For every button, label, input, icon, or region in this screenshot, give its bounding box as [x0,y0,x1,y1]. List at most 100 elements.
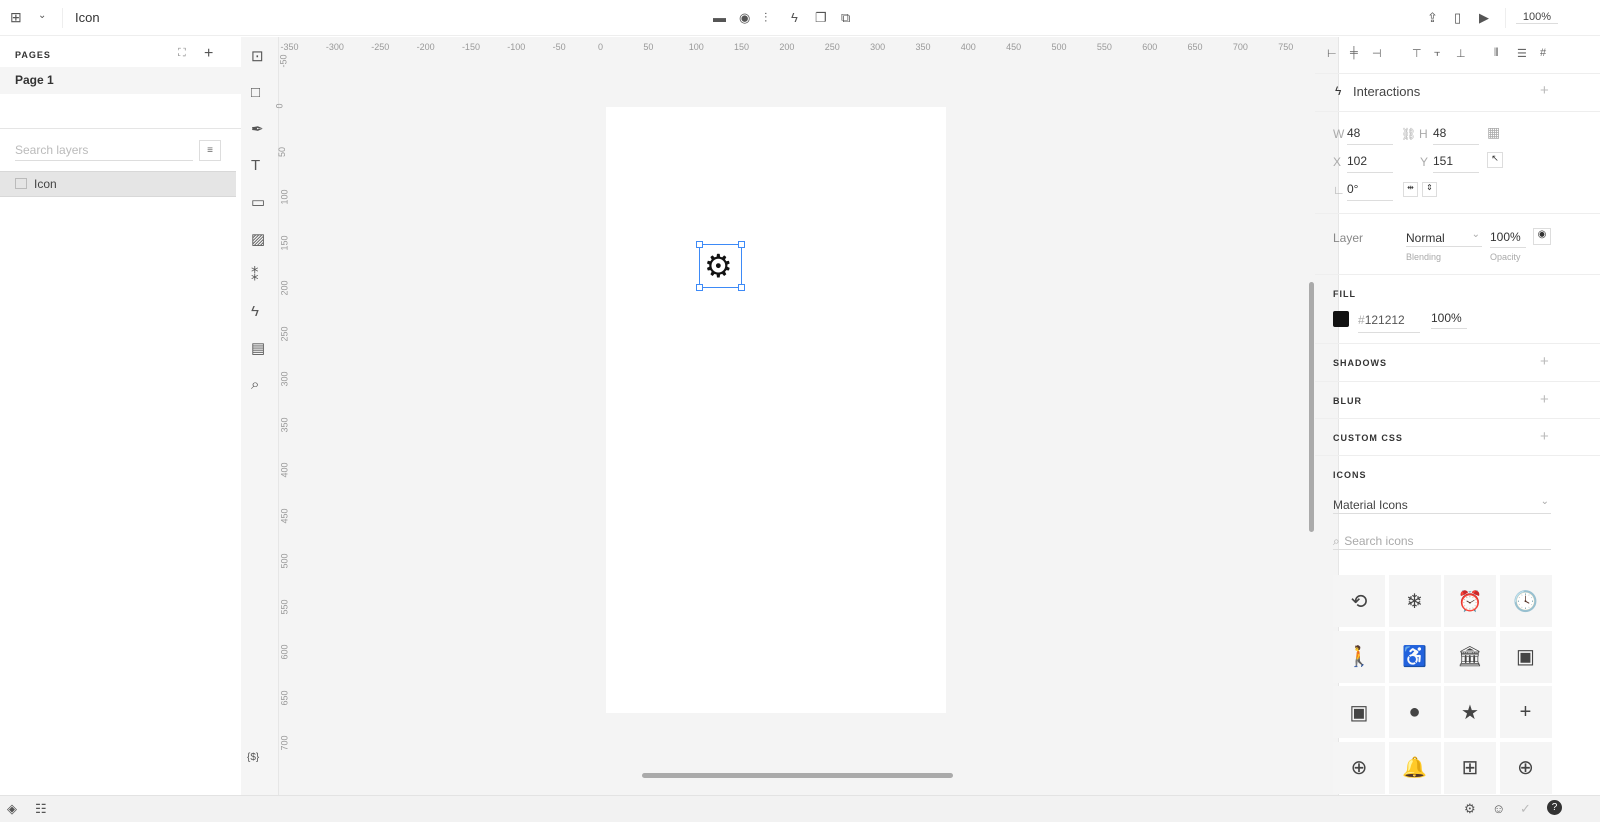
flip-horizontal-button[interactable]: ⇹ [1403,182,1418,197]
add-blur-button[interactable]: + [1540,391,1549,408]
lightning-icon[interactable]: ϟ [791,10,798,25]
icon-tile[interactable]: ⏰ [1444,575,1496,627]
device-icon[interactable]: ▯ [1454,10,1461,26]
canvas[interactable]: -350 -300 -250 -200 -150 -100 -50 0 50 100 150 200 2… [275,37,1338,795]
icon-set-select[interactable]: Material Icons ⌄ [1333,496,1551,514]
visibility-eye-icon[interactable]: ◉ [1533,228,1551,245]
grid-icon[interactable]: # [1540,47,1546,59]
accessibility-icon[interactable]: ☺ [1492,801,1505,816]
horizontal-scrollbar[interactable] [642,773,953,778]
bring-front-icon[interactable]: ❐ [815,10,827,26]
align-bottom-icon[interactable]: ⊥ [1456,47,1466,60]
artboard[interactable] [606,107,946,713]
vertical-scrollbar[interactable] [1309,282,1314,532]
accessible-icon: ♿ [1402,646,1427,668]
search-icons-input[interactable]: ⌕ Search icons [1333,532,1551,550]
ruler-tick-label: 250 [279,325,290,342]
ruler-tick-label: 200 [779,42,795,52]
selected-icon-layer[interactable]: ⚙ [696,241,745,291]
align-top-icon[interactable]: ⊤ [1412,47,1422,60]
opacity-input[interactable]: 100% [1490,230,1526,248]
layer-item-label: Icon [34,177,57,191]
lightning-icon[interactable]: ϟ [251,303,259,320]
distribute-v-icon[interactable]: ☰ [1517,47,1527,60]
resize-handle[interactable] [696,241,703,248]
fit-page-icon[interactable]: ⛶ [178,47,186,60]
blending-select[interactable]: Normal ⌄ [1406,229,1482,247]
top-bar: ⊞ ⌄ Icon ▬ ◉ ⫶ ϟ ❐ ⧉ ⇪ ▯ ▶ 100% [0,0,1600,36]
export-icon[interactable]: ⇪ [1427,10,1438,26]
search-layers-input[interactable]: Search layers [15,141,193,161]
icon-tile[interactable]: 🔔 [1388,741,1441,794]
grid-menu-icon[interactable]: ⊞ [10,9,22,26]
align-center-h-icon[interactable]: ╪ [1350,47,1358,59]
width-input[interactable]: 48 [1347,126,1393,145]
variables-icon[interactable]: {$} [247,752,259,763]
group-icon[interactable]: ⧉ [841,10,850,26]
lock-ratio-icon[interactable]: ⛓ [1401,127,1416,141]
add-shadow-button[interactable]: + [1540,353,1549,370]
input-icon[interactable]: ▭ [251,193,265,211]
resize-handle[interactable] [696,284,703,291]
icon-tile[interactable]: ★ [1444,686,1496,738]
chevron-down-icon: ⌄ [1471,229,1480,240]
icon-tile[interactable]: ❄ [1388,575,1441,627]
help-icon[interactable]: ? [1547,800,1562,815]
icon-tile[interactable]: ▣ [1499,630,1552,683]
zoom-level[interactable]: 100% [1516,11,1558,24]
rectangle-icon[interactable]: □ [251,84,260,101]
icon-tile[interactable]: ⊕ [1499,741,1552,794]
icon-tile[interactable]: + [1499,686,1552,738]
fill-hex-input[interactable]: #121212 [1358,311,1420,333]
align-middle-icon[interactable]: ⫟ [1434,47,1441,60]
width-label: W [1333,127,1345,141]
comment-icon[interactable]: ▤ [251,339,265,357]
icon-tile[interactable]: ⊕ [1333,741,1385,794]
align-right-icon[interactable]: ⊣ [1372,47,1382,60]
layer-item[interactable]: Icon [0,171,236,197]
search-icon[interactable]: ⌕ [251,376,259,393]
anchor-grid-icon[interactable]: ▦ [1487,124,1500,141]
icon-tile[interactable]: ⟲ [1333,575,1385,627]
layers-icon[interactable]: ◈ [7,801,17,817]
add-custom-css-button[interactable]: + [1540,428,1549,445]
icon-tile[interactable]: ♿ [1388,630,1441,683]
icon-tile[interactable]: ● [1388,686,1441,738]
add-interaction-button[interactable]: + [1540,82,1549,99]
page-item[interactable]: Page 1 [0,67,241,94]
flip-vertical-button[interactable]: ⇕ [1422,182,1437,197]
icon-tile[interactable]: 🏛 [1444,630,1496,683]
filter-layers-button[interactable]: ≡ [199,140,221,161]
distribute-icon[interactable]: ⫶ [764,10,767,26]
settings-panel-icon[interactable]: ⚙ [1464,801,1476,817]
y-input[interactable]: 151 [1433,154,1479,173]
check-icon[interactable]: ✓ [1520,801,1531,817]
assets-icon[interactable]: ☷ [35,801,47,817]
distribute-h-icon[interactable]: ⫴ [1494,47,1499,60]
resize-handle[interactable] [738,241,745,248]
resize-handle[interactable] [738,284,745,291]
align-left-icon[interactable]: ⊢ [1327,47,1337,60]
add-page-icon[interactable]: + [204,45,213,63]
icon-tile[interactable]: 🚶 [1333,630,1385,683]
custom-css-heading: CUSTOM CSS [1333,433,1403,443]
constraints-button[interactable]: ↖ [1487,152,1503,168]
x-input[interactable]: 102 [1347,154,1393,173]
play-icon[interactable]: ▶ [1479,10,1489,26]
component-icon[interactable]: ◉ [739,10,750,26]
fill-opacity-input[interactable]: 100% [1431,311,1467,329]
height-input[interactable]: 48 [1433,126,1479,145]
text-icon[interactable]: T [251,157,260,174]
text-box-icon[interactable]: ⊡ [251,47,264,65]
fill-color-swatch[interactable] [1333,311,1349,327]
pen-icon[interactable]: ✒ [251,120,264,138]
icon-tile[interactable]: ▣ [1333,686,1385,738]
component-icon[interactable]: ⁑ [251,266,259,284]
blur-heading: BLUR [1333,396,1362,406]
image-icon[interactable]: ▨ [251,230,265,248]
chevron-down-icon[interactable]: ⌄ [38,10,46,21]
icon-tile[interactable]: ⊞ [1444,741,1496,794]
rotation-input[interactable]: 0° [1347,182,1393,201]
icon-tile[interactable]: 🕓 [1499,575,1552,627]
folder-icon[interactable]: ▬ [713,10,726,25]
